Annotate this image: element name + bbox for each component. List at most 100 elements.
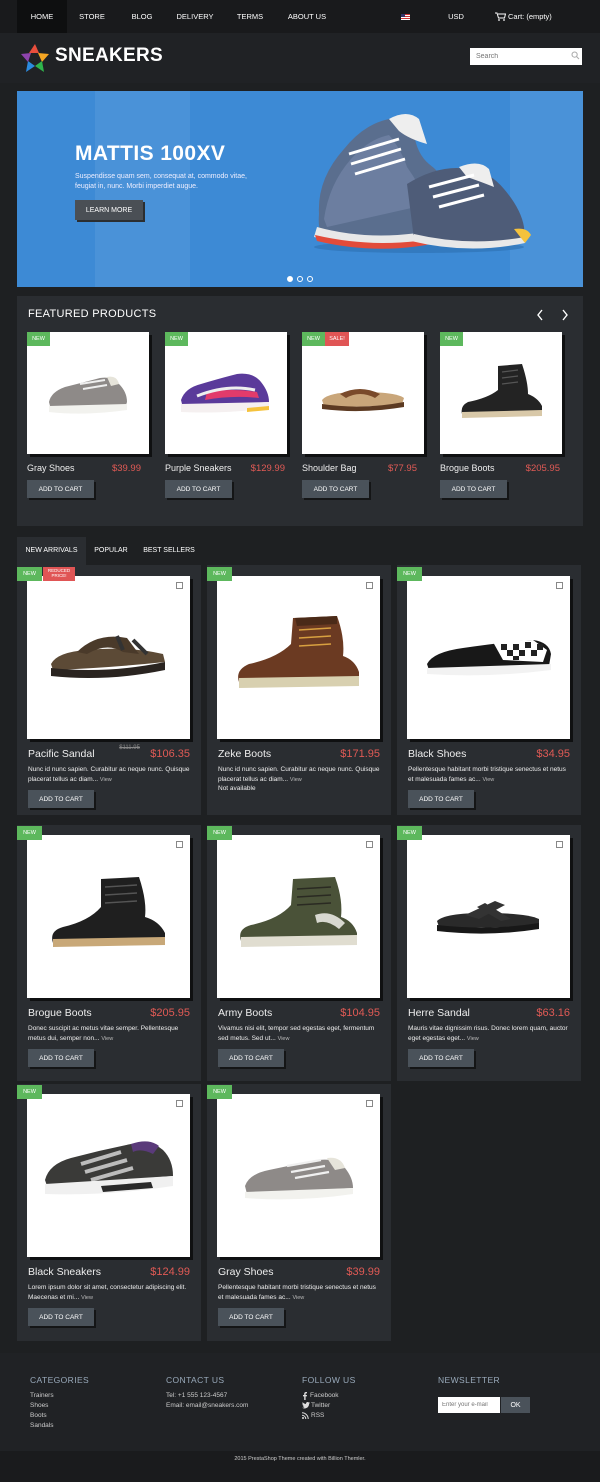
rss-link[interactable]: RSS [311, 1411, 324, 1421]
product-image[interactable] [217, 576, 380, 739]
add-to-cart-button[interactable]: ADD TO CART [440, 480, 507, 498]
add-to-cart-button[interactable]: ADD TO CART [28, 790, 94, 808]
product-price: $106.35 [150, 748, 190, 760]
logo-text[interactable]: SNEAKERS [55, 45, 163, 67]
product-image[interactable] [217, 835, 380, 998]
newsletter-email-input[interactable] [438, 1397, 500, 1413]
facebook-link[interactable]: Facebook [310, 1391, 339, 1401]
product-price: $205.95 [525, 463, 560, 474]
product-image[interactable] [27, 576, 190, 739]
copyright-text: 2015 PrestaShop Theme created with Billi… [234, 1456, 366, 1462]
reduced-price-badge: REDUCED PRICE! [43, 567, 75, 581]
compare-checkbox[interactable] [556, 582, 563, 589]
featured-product-image[interactable] [165, 332, 287, 454]
product-image[interactable] [407, 835, 570, 998]
product-name[interactable]: Brogue Boots [28, 1007, 92, 1019]
footer-email[interactable]: Email: email@sneakers.com [166, 1401, 248, 1411]
search-input[interactable] [470, 48, 582, 65]
add-to-cart-button[interactable]: ADD TO CART [27, 480, 94, 498]
product-name[interactable]: Zeke Boots [218, 748, 271, 760]
rss-icon[interactable] [302, 1412, 309, 1419]
compare-checkbox[interactable] [366, 582, 373, 589]
twitter-icon[interactable] [302, 1402, 310, 1409]
product-name[interactable]: Black Sneakers [28, 1266, 101, 1278]
compare-checkbox[interactable] [556, 841, 563, 848]
featured-product-image[interactable] [27, 332, 149, 454]
product-name[interactable]: Black Shoes [408, 748, 466, 760]
view-link[interactable]: View [81, 1295, 93, 1301]
add-to-cart-button[interactable]: ADD TO CART [28, 1308, 94, 1326]
footer-category-link[interactable]: Boots [30, 1411, 47, 1421]
cart-icon[interactable] [495, 12, 506, 21]
product-name[interactable]: Brogue Boots [440, 463, 495, 473]
add-to-cart-button[interactable]: ADD TO CART [408, 790, 474, 808]
new-badge: NEW [207, 1085, 232, 1099]
view-link[interactable]: View [290, 777, 302, 783]
chevron-left-icon[interactable] [536, 309, 544, 321]
slider-dot-3[interactable] [307, 276, 313, 282]
compare-checkbox[interactable] [366, 841, 373, 848]
currency-selector[interactable]: USD [442, 0, 470, 33]
product-image[interactable] [217, 1094, 380, 1257]
compare-checkbox[interactable] [176, 582, 183, 589]
black-sneaker-image [45, 1141, 173, 1195]
featured-product-image[interactable] [302, 332, 424, 454]
product-image[interactable] [27, 835, 190, 998]
view-link[interactable]: View [467, 1036, 479, 1042]
product-name[interactable]: Gray Shoes [27, 463, 75, 473]
hero-subtitle: Suspendisse quam sem, consequat at, comm… [75, 173, 247, 190]
add-to-cart-button[interactable]: ADD TO CART [302, 480, 369, 498]
black-boot-image [461, 364, 542, 418]
nav-about-us[interactable]: ABOUT US [282, 0, 332, 33]
chevron-right-icon[interactable] [561, 309, 569, 321]
add-to-cart-button[interactable]: ADD TO CART [28, 1049, 94, 1067]
product-image[interactable] [407, 576, 570, 739]
nav-store[interactable]: STORE [72, 0, 112, 33]
newsletter-ok-button[interactable]: OK [501, 1397, 530, 1413]
featured-product-image[interactable] [440, 332, 562, 454]
twitter-link[interactable]: Twitter [311, 1401, 330, 1411]
search-icon[interactable] [571, 51, 580, 60]
product-name[interactable]: Army Boots [218, 1007, 272, 1019]
product-name[interactable]: Pacific Sandal [28, 748, 95, 760]
footer-category-link[interactable]: Shoes [30, 1401, 48, 1411]
view-link[interactable]: View [482, 777, 494, 783]
tab-best-sellers[interactable]: BEST SELLERS [140, 537, 198, 565]
product-name[interactable]: Herre Sandal [408, 1007, 470, 1019]
facebook-icon[interactable] [302, 1392, 308, 1400]
product-image[interactable] [27, 1094, 190, 1257]
hero-sneaker-image [314, 114, 531, 253]
view-link[interactable]: View [100, 777, 112, 783]
product-name[interactable]: Gray Shoes [218, 1266, 273, 1278]
compare-checkbox[interactable] [366, 1100, 373, 1107]
nav-home[interactable]: HOME [17, 0, 67, 33]
new-badge: NEW [17, 826, 42, 840]
learn-more-button[interactable]: LEARN MORE [75, 200, 143, 220]
add-to-cart-button[interactable]: ADD TO CART [218, 1049, 284, 1067]
tab-new-arrivals[interactable]: NEW ARRIVALS [17, 537, 86, 565]
tab-popular[interactable]: POPULAR [89, 537, 133, 565]
star-logo-icon[interactable] [21, 44, 49, 72]
nav-delivery[interactable]: DELIVERY [172, 0, 218, 33]
nav-blog[interactable]: BLOG [122, 0, 162, 33]
product-name[interactable]: Shoulder Bag [302, 463, 357, 473]
zeke-boot-image [238, 616, 359, 688]
add-to-cart-button[interactable]: ADD TO CART [165, 480, 232, 498]
add-to-cart-button[interactable]: ADD TO CART [408, 1049, 474, 1067]
us-flag-icon[interactable] [401, 14, 410, 20]
nav-terms[interactable]: TERMS [230, 0, 270, 33]
product-description: Nunc id nunc sapien. Curabitur ac neque … [28, 766, 190, 783]
cart-summary[interactable]: Cart: (empty) [508, 0, 558, 33]
add-to-cart-button[interactable]: ADD TO CART [218, 1308, 284, 1326]
product-name[interactable]: Purple Sneakers [165, 463, 232, 473]
compare-checkbox[interactable] [176, 841, 183, 848]
compare-checkbox[interactable] [176, 1100, 183, 1107]
view-link[interactable]: View [292, 1295, 304, 1301]
view-link[interactable]: View [278, 1036, 290, 1042]
view-link[interactable]: View [101, 1036, 113, 1042]
slider-dot-1[interactable] [287, 276, 293, 282]
footer-category-link[interactable]: Sandals [30, 1421, 54, 1431]
footer-category-link[interactable]: Trainers [30, 1391, 54, 1401]
brogue-boot-image [52, 877, 165, 947]
slider-dot-2[interactable] [297, 276, 303, 282]
